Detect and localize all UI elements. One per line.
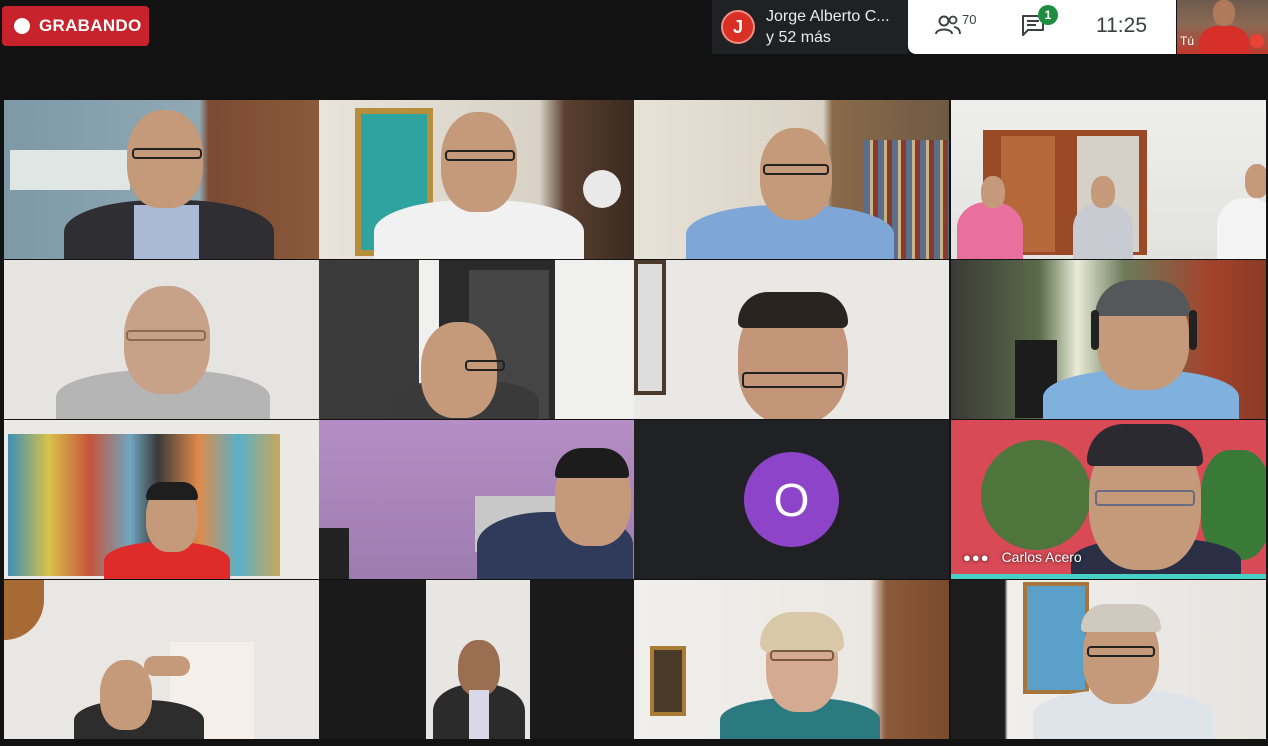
self-video-person xyxy=(1213,0,1235,26)
people-icon xyxy=(935,15,961,35)
participant-tile-15[interactable] xyxy=(634,580,949,739)
people-count: 70 xyxy=(962,12,977,27)
presenter-more: y 52 más xyxy=(766,29,831,46)
participant-tile-10[interactable] xyxy=(319,420,634,579)
participant-video xyxy=(957,202,1023,259)
chat-button[interactable]: 1 xyxy=(1020,5,1058,42)
more-options-icon[interactable]: ●●● xyxy=(963,550,990,565)
participant-tile-3[interactable] xyxy=(634,100,949,259)
presenter-avatar: J xyxy=(721,10,755,44)
participant-avatar: O xyxy=(744,452,839,547)
participant-tile-2[interactable] xyxy=(319,100,634,259)
mic-off-icon xyxy=(1250,34,1264,48)
participant-tile-8[interactable] xyxy=(951,260,1266,419)
participant-tile-5[interactable] xyxy=(4,260,319,419)
self-label: Tú xyxy=(1180,34,1195,48)
presenter-name: Jorge Alberto C... xyxy=(766,8,890,25)
participant-tile-7[interactable] xyxy=(634,260,949,419)
chat-badge: 1 xyxy=(1038,5,1058,25)
participant-tile-12[interactable]: ●●● Carlos Acero xyxy=(951,420,1266,579)
participant-video xyxy=(1073,202,1133,259)
presenter-indicator[interactable]: J Jorge Alberto C... y 52 más xyxy=(712,0,908,54)
participant-tile-11[interactable]: O xyxy=(634,420,949,579)
participant-tile-4[interactable] xyxy=(951,100,1266,259)
participant-tile-14[interactable] xyxy=(319,580,634,739)
participant-tile-16[interactable] xyxy=(951,580,1266,739)
participant-video xyxy=(1217,198,1266,259)
recording-badge: GRABANDO xyxy=(2,6,149,46)
record-dot-icon xyxy=(14,18,30,34)
self-view[interactable]: Tú xyxy=(1177,0,1268,54)
meeting-info-bar: 70 1 11:25 xyxy=(908,0,1176,54)
clock: 11:25 xyxy=(1096,14,1147,37)
participant-tile-13[interactable] xyxy=(4,580,319,739)
active-speaker-indicator xyxy=(951,574,1266,579)
participant-name: Carlos Acero xyxy=(1001,549,1082,565)
participant-tile-6[interactable] xyxy=(319,260,634,419)
recording-label: GRABANDO xyxy=(39,16,142,35)
self-video-body xyxy=(1199,26,1249,54)
participant-name-tag: ●●● Carlos Acero xyxy=(963,549,1082,565)
people-button[interactable]: 70 xyxy=(934,12,977,36)
participant-tile-9[interactable] xyxy=(4,420,319,579)
participant-tile-1[interactable] xyxy=(4,100,319,259)
